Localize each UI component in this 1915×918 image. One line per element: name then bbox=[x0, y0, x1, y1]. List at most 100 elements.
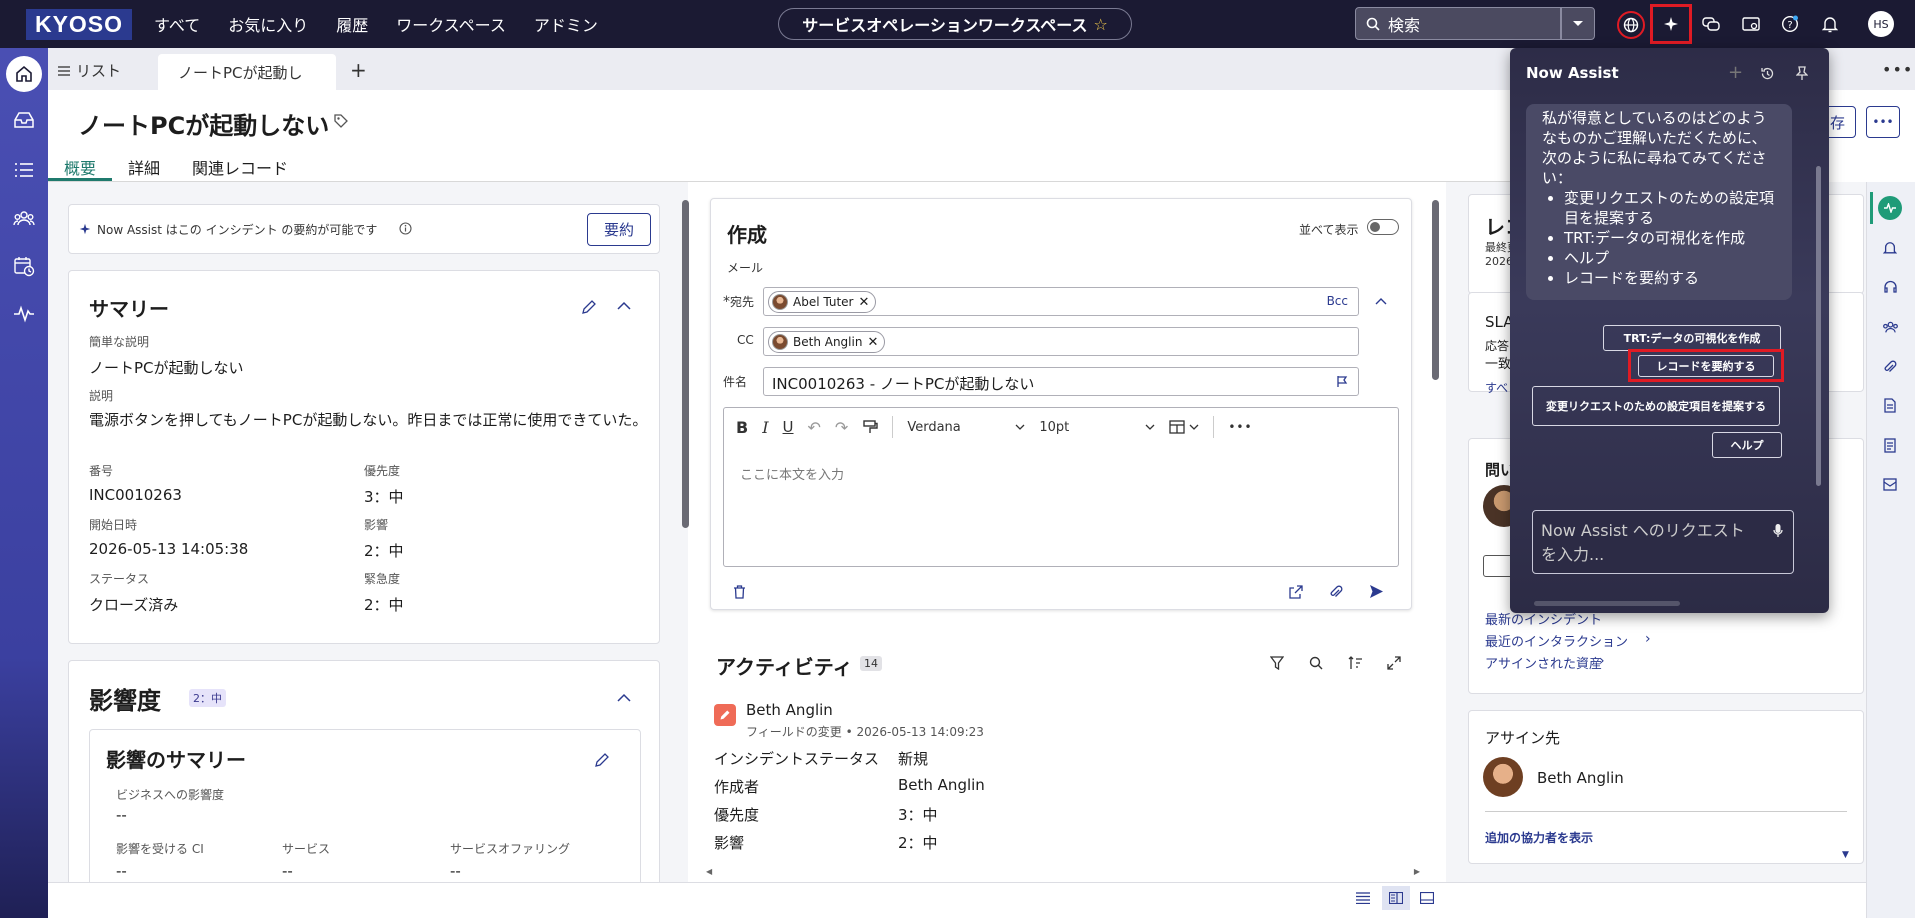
mail-icon[interactable] bbox=[1883, 478, 1897, 491]
remove-x-icon[interactable]: ✕ bbox=[859, 295, 870, 310]
expand-icon[interactable] bbox=[1387, 656, 1401, 670]
right-pane-scroll-arrow[interactable]: ▼ bbox=[1842, 850, 1849, 860]
underline-icon[interactable]: U bbox=[783, 418, 794, 436]
layout-single-icon[interactable] bbox=[1420, 892, 1434, 904]
info-icon[interactable] bbox=[399, 222, 412, 235]
sort-icon[interactable] bbox=[1348, 656, 1363, 670]
nav-all[interactable]: すべて bbox=[154, 12, 200, 36]
to-field[interactable]: Abel Tuter ✕ Bcc bbox=[763, 287, 1359, 316]
history-icon[interactable] bbox=[1760, 66, 1775, 81]
bcc-link[interactable]: Bcc bbox=[1327, 294, 1348, 308]
bell-icon[interactable] bbox=[1883, 240, 1897, 256]
subject-field[interactable]: INC0010263 - ノートPCが起動しない bbox=[763, 367, 1359, 396]
pulse-icon[interactable] bbox=[12, 302, 36, 326]
edit-pencil-icon[interactable] bbox=[581, 299, 597, 315]
inbox-icon[interactable] bbox=[12, 108, 36, 132]
layout-split-icon[interactable] bbox=[1382, 886, 1410, 910]
tag-icon[interactable] bbox=[333, 113, 349, 129]
list-icon[interactable] bbox=[12, 158, 36, 182]
workspace-selector[interactable]: サービスオペレーションワークスペース ☆ bbox=[778, 8, 1132, 40]
help-icon[interactable]: ? bbox=[1777, 11, 1803, 37]
home-icon-button[interactable] bbox=[6, 56, 42, 92]
globe-icon-button[interactable] bbox=[1617, 11, 1645, 39]
trash-icon[interactable] bbox=[733, 585, 746, 599]
redo-icon[interactable]: ↷ bbox=[835, 418, 848, 437]
tab-incident-record[interactable]: ノートPCが起動し bbox=[158, 54, 336, 90]
search-scope-dropdown[interactable] bbox=[1561, 7, 1595, 40]
attachment-icon[interactable] bbox=[1329, 585, 1343, 599]
document-icon[interactable] bbox=[1884, 398, 1896, 413]
pin-icon[interactable] bbox=[1796, 66, 1808, 81]
collapse-chevron-up-icon[interactable] bbox=[1375, 297, 1387, 305]
link-assigned-assets[interactable]: アサインされた資産 bbox=[1485, 653, 1602, 672]
more-tabs-icon[interactable]: ••• bbox=[1882, 60, 1913, 79]
notifications-bell-icon[interactable] bbox=[1817, 11, 1843, 37]
edit-pencil-icon[interactable] bbox=[594, 752, 610, 768]
suggestion-summarize-record[interactable]: レコードを要約する bbox=[1638, 355, 1774, 377]
layout-list-icon[interactable] bbox=[1356, 892, 1370, 904]
italic-icon[interactable]: I bbox=[762, 418, 768, 437]
tab-details[interactable]: 詳細 bbox=[128, 155, 160, 179]
summarize-button[interactable]: 要約 bbox=[587, 213, 651, 246]
global-search-input[interactable]: 検索 bbox=[1355, 7, 1561, 40]
microphone-icon[interactable] bbox=[1773, 523, 1783, 539]
brand-logo[interactable]: KYOSO bbox=[26, 9, 132, 40]
nav-workspaces[interactable]: ワークスペース bbox=[396, 12, 506, 36]
filter-icon[interactable] bbox=[1270, 656, 1284, 670]
link-recent-interactions[interactable]: 最近のインタラクション bbox=[1485, 631, 1628, 650]
user-avatar[interactable]: HS bbox=[1868, 11, 1894, 37]
collapse-chevron-up-icon[interactable] bbox=[617, 693, 631, 702]
more-actions-button[interactable]: ••• bbox=[1866, 106, 1900, 138]
font-family-select[interactable]: Verdana bbox=[907, 420, 1025, 435]
horizontal-scrollbar[interactable]: ◀ ▶ bbox=[706, 866, 1420, 876]
chat-icon[interactable] bbox=[1698, 11, 1724, 37]
tab-related-records[interactable]: 関連レコード bbox=[192, 155, 288, 179]
sla-view-all-link[interactable]: すべ bbox=[1485, 379, 1508, 396]
suggestion-help[interactable]: ヘルプ bbox=[1712, 432, 1782, 458]
remove-x-icon[interactable]: ✕ bbox=[867, 335, 878, 350]
nav-history[interactable]: 履歴 bbox=[336, 12, 368, 36]
assignee-name[interactable]: Beth Anglin bbox=[1537, 769, 1624, 787]
middle-pane-scrollbar[interactable] bbox=[1432, 200, 1439, 380]
flag-icon[interactable] bbox=[1336, 375, 1348, 388]
star-icon[interactable]: ☆ bbox=[1093, 15, 1107, 34]
panel-horizontal-scrollbar[interactable] bbox=[1534, 601, 1680, 606]
cc-field[interactable]: Beth Anglin ✕ bbox=[763, 327, 1359, 356]
notes-icon[interactable] bbox=[1884, 438, 1896, 453]
add-tab-button[interactable]: + bbox=[350, 58, 367, 82]
search-icon[interactable] bbox=[1309, 656, 1323, 670]
now-assist-input[interactable]: Now Assist へのリクエストを入力... bbox=[1532, 510, 1794, 574]
new-chat-icon[interactable]: + bbox=[1728, 62, 1743, 83]
left-pane-scrollbar[interactable] bbox=[682, 188, 689, 878]
nav-favorites[interactable]: お気に入り bbox=[228, 12, 308, 36]
side-by-side-toggle[interactable] bbox=[1367, 219, 1399, 235]
cc-chip[interactable]: Beth Anglin ✕ bbox=[768, 331, 886, 353]
suggestion-propose-config-items[interactable]: 変更リクエストのための設定項目を提案する bbox=[1532, 386, 1780, 426]
font-size-select[interactable]: 10pt bbox=[1039, 420, 1155, 435]
people-icon[interactable] bbox=[1882, 320, 1899, 334]
recipient-chip[interactable]: Abel Tuter ✕ bbox=[768, 291, 877, 313]
bold-icon[interactable]: B bbox=[736, 418, 748, 437]
rich-text-editor[interactable]: B I U ↶ ↷ Verdana 10pt ••• ここに本文を入力 bbox=[723, 407, 1399, 567]
calendar-clock-icon[interactable] bbox=[12, 254, 36, 278]
tab-overview[interactable]: 概要 bbox=[64, 155, 96, 179]
open-external-icon[interactable] bbox=[1289, 585, 1303, 599]
table-icon[interactable] bbox=[1169, 420, 1199, 434]
panel-scrollbar[interactable] bbox=[1816, 166, 1821, 486]
attachment-icon[interactable] bbox=[1883, 360, 1897, 374]
collapse-chevron-up-icon[interactable] bbox=[617, 301, 631, 310]
nav-admin[interactable]: アドミン bbox=[534, 12, 598, 36]
format-painter-icon[interactable] bbox=[862, 419, 879, 435]
suggestion-create-visualization[interactable]: TRT:データの可視化を作成 bbox=[1603, 325, 1781, 351]
more-options-icon[interactable]: ••• bbox=[1228, 420, 1252, 434]
mode-email[interactable]: メール bbox=[727, 259, 763, 276]
undo-icon[interactable]: ↶ bbox=[808, 418, 821, 437]
send-icon[interactable] bbox=[1369, 584, 1384, 599]
show-collaborators-link[interactable]: 追加の協力者を表示 bbox=[1485, 829, 1593, 846]
tab-list[interactable]: リスト bbox=[58, 60, 121, 81]
screen-capture-icon[interactable] bbox=[1738, 11, 1764, 37]
groups-icon[interactable] bbox=[12, 206, 36, 230]
now-assist-button[interactable] bbox=[1650, 4, 1692, 44]
headset-icon[interactable] bbox=[1883, 280, 1898, 295]
activity-pulse-icon[interactable] bbox=[1878, 196, 1902, 220]
